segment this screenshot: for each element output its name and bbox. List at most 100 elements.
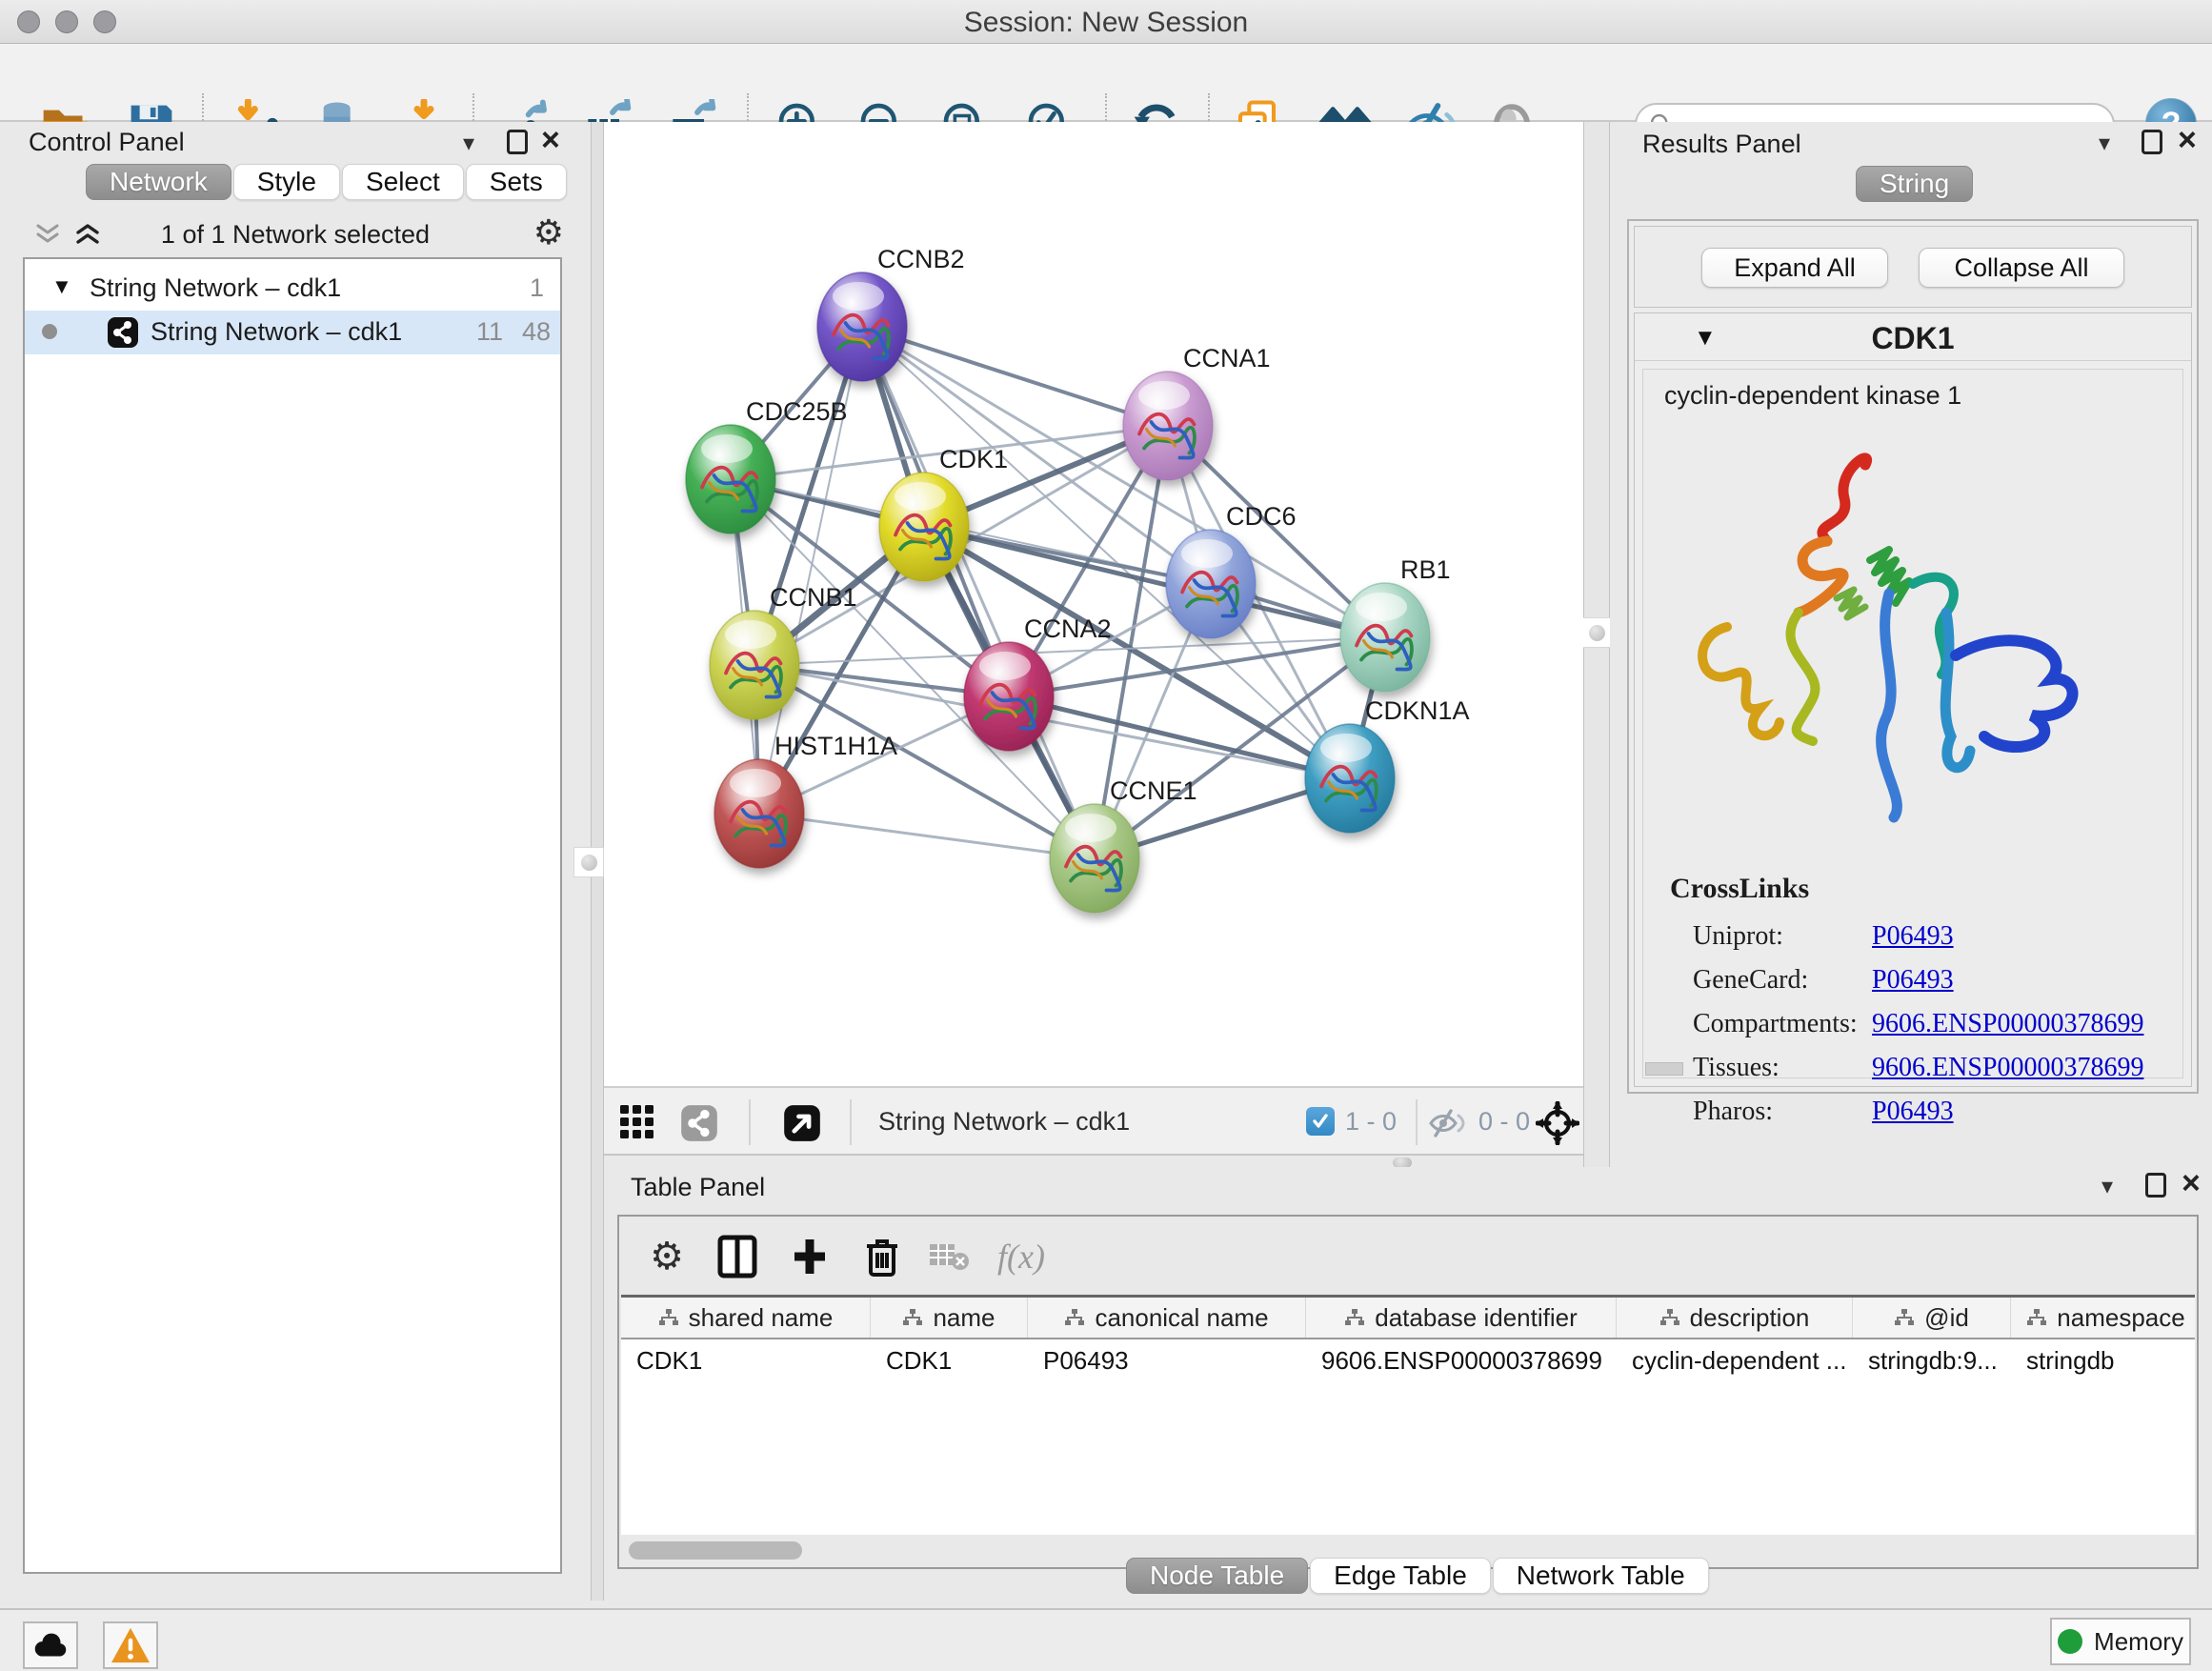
pan-crosshair-icon[interactable] (1536, 1101, 1579, 1145)
tab-label: Style (257, 167, 316, 197)
table-cell[interactable]: CDK1 (621, 1339, 871, 1381)
tab-node-table[interactable]: Node Table (1126, 1558, 1308, 1594)
results-panel-close-button[interactable]: × (2178, 128, 2197, 152)
crosslink-link[interactable]: 9606.ENSP00000378699 (1872, 1053, 2143, 1082)
memory-label: Memory (2094, 1627, 2183, 1657)
protein-header[interactable]: ▼ CDK1 (1635, 313, 2191, 361)
tab-string[interactable]: String (1856, 166, 1973, 202)
crosslink-link[interactable]: P06493 (1872, 1097, 1954, 1126)
results-scrollbar-stub[interactable] (1645, 1062, 1683, 1076)
results-panel: Results Panel ▾ × String Expand All Coll… (1610, 122, 2212, 1167)
control-panel-float-button[interactable] (507, 130, 528, 154)
table-cell[interactable]: stringdb:9... (1853, 1339, 2011, 1381)
selected-count-label: 1 - 0 (1345, 1107, 1397, 1137)
column-type-icon (902, 1308, 923, 1327)
main-toolbar: ? (0, 44, 2212, 122)
column-header-description[interactable]: description (1617, 1298, 1853, 1338)
crosslink-row: Compartments:9606.ENSP00000378699 (1693, 1002, 2143, 1046)
birds-eye-grid-icon[interactable] (619, 1104, 655, 1140)
create-column-button[interactable] (783, 1230, 836, 1283)
tab-select[interactable]: Select (342, 164, 464, 200)
table-cell[interactable]: stringdb (2011, 1339, 2195, 1381)
canvas-toolbar-separator (850, 1099, 852, 1145)
crosslink-link[interactable]: P06493 (1872, 965, 1954, 995)
tab-network[interactable]: Network (86, 164, 231, 200)
table-cell[interactable]: CDK1 (871, 1339, 1028, 1381)
table-settings-button[interactable]: ⚙ (640, 1230, 694, 1283)
export-view-icon[interactable] (783, 1104, 821, 1142)
show-columns-button[interactable] (711, 1230, 764, 1283)
tab-network-table[interactable]: Network Table (1493, 1558, 1709, 1594)
network-node-ccna1[interactable]: CCNA1 (1123, 344, 1271, 480)
node-label: CCNA2 (1024, 614, 1112, 643)
table-header-row: shared namenamecanonical namedatabase id… (621, 1298, 2195, 1339)
table-cell[interactable]: P06493 (1028, 1339, 1306, 1381)
column-type-icon (2026, 1308, 2047, 1327)
table-box: ⚙ (617, 1215, 2199, 1569)
network-node-cdc6[interactable]: CDC6 (1166, 502, 1297, 638)
crosslink-label: Tissues: (1693, 1046, 1872, 1090)
table-panel-close-button[interactable]: × (2182, 1171, 2201, 1196)
results-panel-menu-caret[interactable]: ▾ (2099, 130, 2110, 157)
table-tabs: Node TableEdge TableNetwork Table (1126, 1558, 1711, 1594)
table-panel-float-button[interactable] (2145, 1173, 2166, 1198)
node-count: 11 (476, 317, 503, 347)
network-canvas[interactable]: CCNB2CCNA1CDC25BCDK1CDC6RB1CCNB1CCNA2CDK… (604, 122, 1583, 1086)
column-header-name[interactable]: name (871, 1298, 1028, 1338)
delete-table-button[interactable] (922, 1230, 975, 1283)
network-node-rb1[interactable]: RB1 (1340, 555, 1451, 692)
right-splitter-handle[interactable] (1581, 617, 1612, 648)
tree-expand-caret[interactable]: ▼ (51, 274, 72, 299)
crosslinks-heading: CrossLinks (1670, 873, 1809, 905)
network-node-ccne1[interactable]: CCNE1 (1050, 776, 1197, 913)
hidden-eye-slash-icon[interactable] (1427, 1109, 1467, 1137)
string-network-badge-icon[interactable] (680, 1104, 718, 1142)
table-panel-menu-caret[interactable]: ▾ (2101, 1173, 2113, 1200)
network-collection-row[interactable]: ▼ String Network – cdk1 1 (25, 267, 560, 311)
network-label: String Network – cdk1 (151, 317, 402, 347)
network-node-cdk1[interactable]: CDK1 (879, 445, 1008, 581)
warnings-button[interactable] (103, 1621, 158, 1669)
crosslink-label: GeneCard: (1693, 958, 1872, 1002)
crosslink-link[interactable]: P06493 (1872, 921, 1954, 951)
column-header-database-identifier[interactable]: database identifier (1306, 1298, 1617, 1338)
hidden-count-label: 0 - 0 (1478, 1107, 1530, 1137)
column-header-@id[interactable]: @id (1853, 1298, 2011, 1338)
control-panel-close-button[interactable]: × (541, 128, 560, 152)
expand-all-button[interactable]: Expand All (1701, 248, 1888, 288)
delete-columns-button[interactable] (855, 1230, 909, 1283)
control-panel-menu-caret[interactable]: ▾ (463, 130, 474, 157)
column-header-shared-name[interactable]: shared name (621, 1298, 871, 1338)
network-options-gear-icon[interactable]: ⚙ (533, 213, 564, 252)
network-edge[interactable] (862, 327, 1168, 426)
network-edge[interactable] (862, 327, 1095, 858)
network-node-ccnb1[interactable]: CCNB1 (710, 583, 857, 719)
selected-checkbox[interactable] (1306, 1107, 1335, 1136)
crosslink-link[interactable]: 9606.ENSP00000378699 (1872, 1009, 2143, 1038)
network-node-ccnb2[interactable]: CCNB2 (817, 245, 965, 381)
column-header-canonical-name[interactable]: canonical name (1028, 1298, 1306, 1338)
table-cell[interactable]: cyclin-dependent ... (1617, 1339, 1853, 1381)
network-row-selected[interactable]: String Network – cdk1 11 48 (25, 311, 560, 354)
memory-button[interactable]: Memory (2050, 1618, 2191, 1665)
network-node-cdkn1a[interactable]: CDKN1A (1305, 696, 1470, 833)
results-panel-float-button[interactable] (2142, 130, 2162, 154)
network-edge[interactable] (759, 814, 1095, 858)
table-hscrollbar-thumb[interactable] (629, 1541, 802, 1560)
left-splitter-handle[interactable] (573, 847, 604, 877)
network-node-hist1h1a[interactable]: HIST1H1A (714, 732, 897, 868)
tab-edge-table[interactable]: Edge Table (1310, 1558, 1491, 1594)
collapse-all-button[interactable]: Collapse All (1919, 248, 2124, 288)
column-header-namespace[interactable]: namespace (2011, 1298, 2195, 1338)
table-row[interactable]: CDK1CDK1P064939606.ENSP00000378699cyclin… (621, 1339, 2195, 1381)
node-table[interactable]: shared namenamecanonical namedatabase id… (621, 1295, 2195, 1535)
fx-label: f(x) (997, 1237, 1045, 1277)
tab-style[interactable]: Style (233, 164, 340, 200)
node-label: HIST1H1A (774, 732, 897, 760)
cloud-status-button[interactable] (23, 1621, 78, 1669)
function-builder-button[interactable]: f(x) (995, 1230, 1048, 1283)
tab-sets[interactable]: Sets (466, 164, 567, 200)
protein-structure-image (1670, 436, 2089, 846)
network-graph[interactable]: CCNB2CCNA1CDC25BCDK1CDC6RB1CCNB1CCNA2CDK… (604, 122, 1583, 1086)
table-cell[interactable]: 9606.ENSP00000378699 (1306, 1339, 1617, 1381)
